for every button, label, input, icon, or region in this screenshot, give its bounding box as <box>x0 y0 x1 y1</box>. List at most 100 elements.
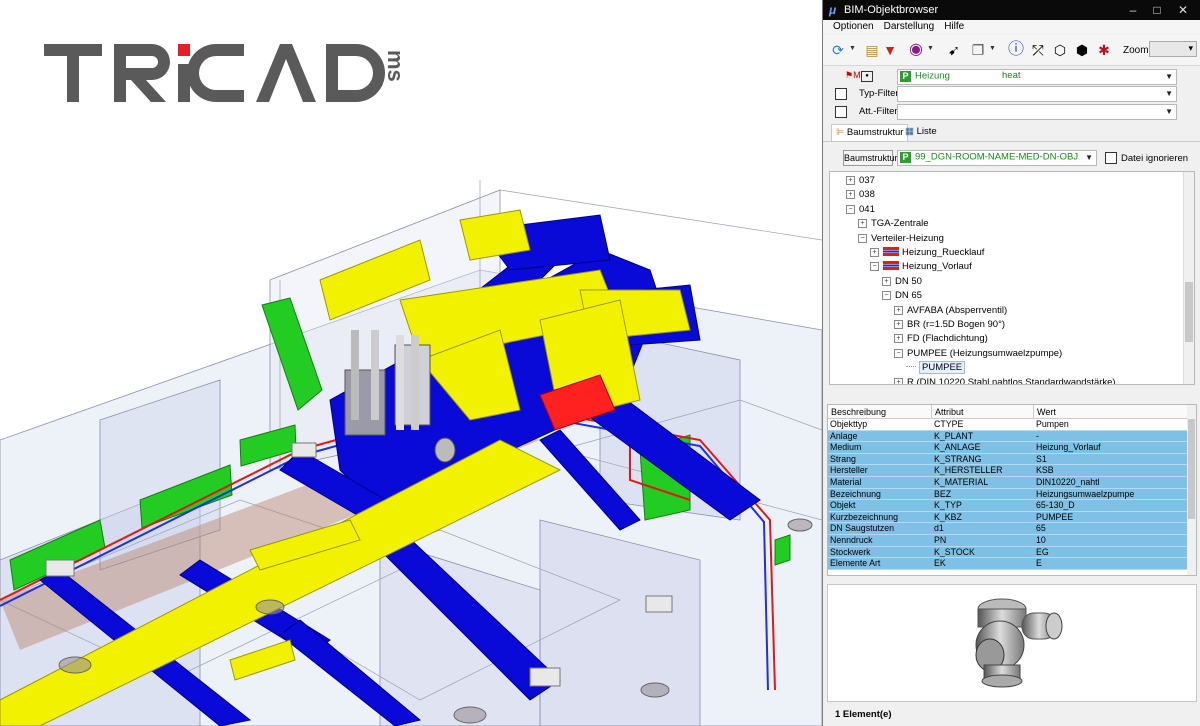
collapse-icon[interactable]: − <box>858 233 867 243</box>
collapse-icon[interactable]: − <box>846 204 855 214</box>
tree-node[interactable]: + BR (r=1.5D Bogen 90°) <box>894 318 1005 332</box>
funnel-icon[interactable]: ▼ <box>881 41 899 59</box>
tree-node[interactable]: + Heizung_Ruecklauf <box>870 246 984 260</box>
tree-node[interactable]: + TGA-Zentrale <box>858 217 929 231</box>
title-bar[interactable]: μ BIM-Objektbrowser – □ ✕ <box>823 0 1200 20</box>
expand-icon[interactable]: + <box>882 276 891 286</box>
tree-node[interactable]: + DN 50 <box>882 275 922 289</box>
tree-node[interactable]: +038 <box>846 188 875 202</box>
table-row[interactable]: Kurzbezeichnung K_KBZ PUMPEE <box>828 511 1188 524</box>
tree-scrollbar[interactable] <box>1183 172 1194 384</box>
structure-tree[interactable]: +037 +038−041 + TGA-Zentrale − Verteiler-Heiz… <box>829 171 1195 385</box>
table-row[interactable]: Anlage K_PLANT - <box>828 430 1188 443</box>
tree-node[interactable]: +037 <box>846 174 875 188</box>
structure-combo[interactable]: P 99_DGN-ROOM-NAME-MED-DN-OBJ ▼ <box>897 150 1097 166</box>
collapse-icon[interactable]: − <box>870 262 879 272</box>
col-beschreibung[interactable]: Beschreibung <box>828 405 932 419</box>
tab-baumstruktur[interactable]: ⊫ Baumstruktur <box>831 124 909 141</box>
table-row[interactable]: Medium K_ANLAGE Heizung_Vorlauf <box>828 442 1188 454</box>
expand-icon[interactable]: + <box>858 219 867 229</box>
typ-filter-checkbox[interactable] <box>835 88 847 100</box>
table-row[interactable]: Stockwerk K_STOCK EG <box>828 546 1188 559</box>
measure-icon[interactable]: ⤱ <box>1029 41 1047 59</box>
medium-combo[interactable]: P Heizung heat ▼ <box>897 69 1177 85</box>
object-preview[interactable] <box>827 584 1197 702</box>
tree-node[interactable]: + FD (Flachdichtung) <box>894 332 988 346</box>
chevron-down-icon: ▼ <box>1165 72 1173 81</box>
col-attribut[interactable]: Attribut <box>932 405 1034 419</box>
cell-attribut: K_TYP <box>934 500 962 511</box>
table-row[interactable]: Strang K_STRANG S1 <box>828 453 1188 466</box>
props-scroll-thumb[interactable] <box>1188 419 1195 519</box>
baumstruktur-button[interactable]: Baumstruktur <box>843 150 898 166</box>
cell-wert: PUMPEE <box>1036 511 1074 522</box>
expand-icon[interactable]: + <box>894 305 903 315</box>
cell-beschreibung: Medium <box>830 442 862 453</box>
tree-node[interactable]: − Verteiler-Heizung <box>858 232 944 246</box>
copy-icon[interactable]: ❐ <box>969 41 987 59</box>
cell-wert: Pumpen <box>1036 419 1069 429</box>
cell-attribut: K_STRANG <box>934 453 982 464</box>
tree-node[interactable]: −041 <box>846 203 875 217</box>
table-row[interactable]: Objekttyp CTYPE Pumpen <box>828 419 1188 431</box>
typ-filter-combo[interactable]: ▼ <box>897 86 1177 102</box>
att-filter-combo[interactable]: ▼ <box>897 104 1177 120</box>
menu-darstellung[interactable]: Darstellung <box>879 20 940 32</box>
maximize-button[interactable]: □ <box>1145 2 1169 18</box>
table-row[interactable]: Bezeichnung BEZ Heizungsumwaelzpumpe <box>828 488 1188 501</box>
tree-node-label: Verteiler-Heizung <box>871 232 944 244</box>
props-scrollbar[interactable] <box>1187 405 1196 575</box>
tree-node[interactable]: + R (DIN 10220 Stahl nahtlos Standardwand… <box>894 376 1116 384</box>
table-row[interactable]: DN Saugstutzen d1 65 <box>828 523 1188 535</box>
table-row[interactable]: Elemente Art EK E <box>828 558 1188 570</box>
expand-icon[interactable]: + <box>894 320 903 329</box>
tree-scroll-thumb[interactable] <box>1185 282 1193 342</box>
refresh-icon[interactable]: ⟳ <box>829 41 847 59</box>
table-row[interactable]: Nenndruck PN 10 <box>828 535 1188 547</box>
expand-icon[interactable]: + <box>870 248 879 257</box>
valve-icon[interactable]: ✱ <box>1095 41 1113 59</box>
pick-icon[interactable]: ● <box>861 71 873 82</box>
list-filter-icon[interactable]: ▤ <box>863 41 881 59</box>
table-row[interactable]: Hersteller K_HERSTELLER KSB <box>828 465 1188 477</box>
object-select-dropdown-icon[interactable]: ▼ <box>927 45 934 52</box>
menu-optionen[interactable]: Optionen <box>823 20 879 32</box>
minimize-button[interactable]: – <box>1121 2 1145 18</box>
cell-wert: - <box>1036 430 1039 441</box>
zoom-select[interactable] <box>1149 41 1197 57</box>
copy-dropdown-icon[interactable]: ▼ <box>989 45 996 52</box>
property-table[interactable]: Beschreibung Attribut Wert Objekttyp CTYP… <box>827 404 1197 576</box>
expand-icon[interactable]: + <box>894 334 903 344</box>
3d-viewport[interactable]: ms <box>0 0 822 726</box>
expand-icon[interactable]: + <box>846 190 855 200</box>
refresh-dropdown-icon[interactable]: ▼ <box>849 45 856 52</box>
table-row[interactable]: Objekt K_TYP 65-130_D <box>828 500 1188 512</box>
att-filter-checkbox[interactable] <box>835 106 847 118</box>
expand-icon[interactable]: + <box>894 377 903 384</box>
object-select-icon[interactable]: ◉ <box>907 41 925 59</box>
tree-node[interactable]: − PUMPEE (Heizungsumwaelzpumpe) <box>894 347 1062 361</box>
table-row[interactable]: Material K_MATERIAL DIN10220_nahtl <box>828 477 1188 489</box>
expand-icon[interactable]: + <box>846 176 855 185</box>
cell-attribut: K_KBZ <box>934 511 962 522</box>
tree-node[interactable]: − Heizung_Vorlauf <box>870 260 972 274</box>
col-wert[interactable]: Wert <box>1034 405 1189 419</box>
info-icon[interactable]: ⓘ <box>1007 41 1025 59</box>
pointer-icon[interactable]: ➹ <box>945 41 963 59</box>
tree-node[interactable]: − DN 65 <box>882 289 922 303</box>
cell-beschreibung: Kurzbezeichnung <box>830 511 898 522</box>
collapse-icon[interactable]: − <box>894 348 903 358</box>
flange-icon[interactable]: ⬢ <box>1073 41 1091 59</box>
ignore-file-checkbox[interactable] <box>1105 152 1117 164</box>
tab-liste[interactable]: ▦ Liste <box>901 124 941 140</box>
collapse-icon[interactable]: − <box>882 291 891 301</box>
att-filter-row: Att.-Filter ▼ <box>823 104 1200 122</box>
tree-node[interactable]: PUMPEE <box>906 361 966 375</box>
tree-node[interactable]: + AVFABA (Absperrventil) <box>894 304 1007 318</box>
pipe-fitting-icon[interactable]: ⬡ <box>1051 41 1069 59</box>
menu-hilfe[interactable]: Hilfe <box>939 20 969 32</box>
cell-beschreibung: Strang <box>830 453 856 464</box>
close-button[interactable]: ✕ <box>1171 2 1195 18</box>
bim-object-browser: μ BIM-Objektbrowser – □ ✕ Optionen Darste… <box>822 0 1200 726</box>
cell-attribut: EK <box>934 558 946 569</box>
